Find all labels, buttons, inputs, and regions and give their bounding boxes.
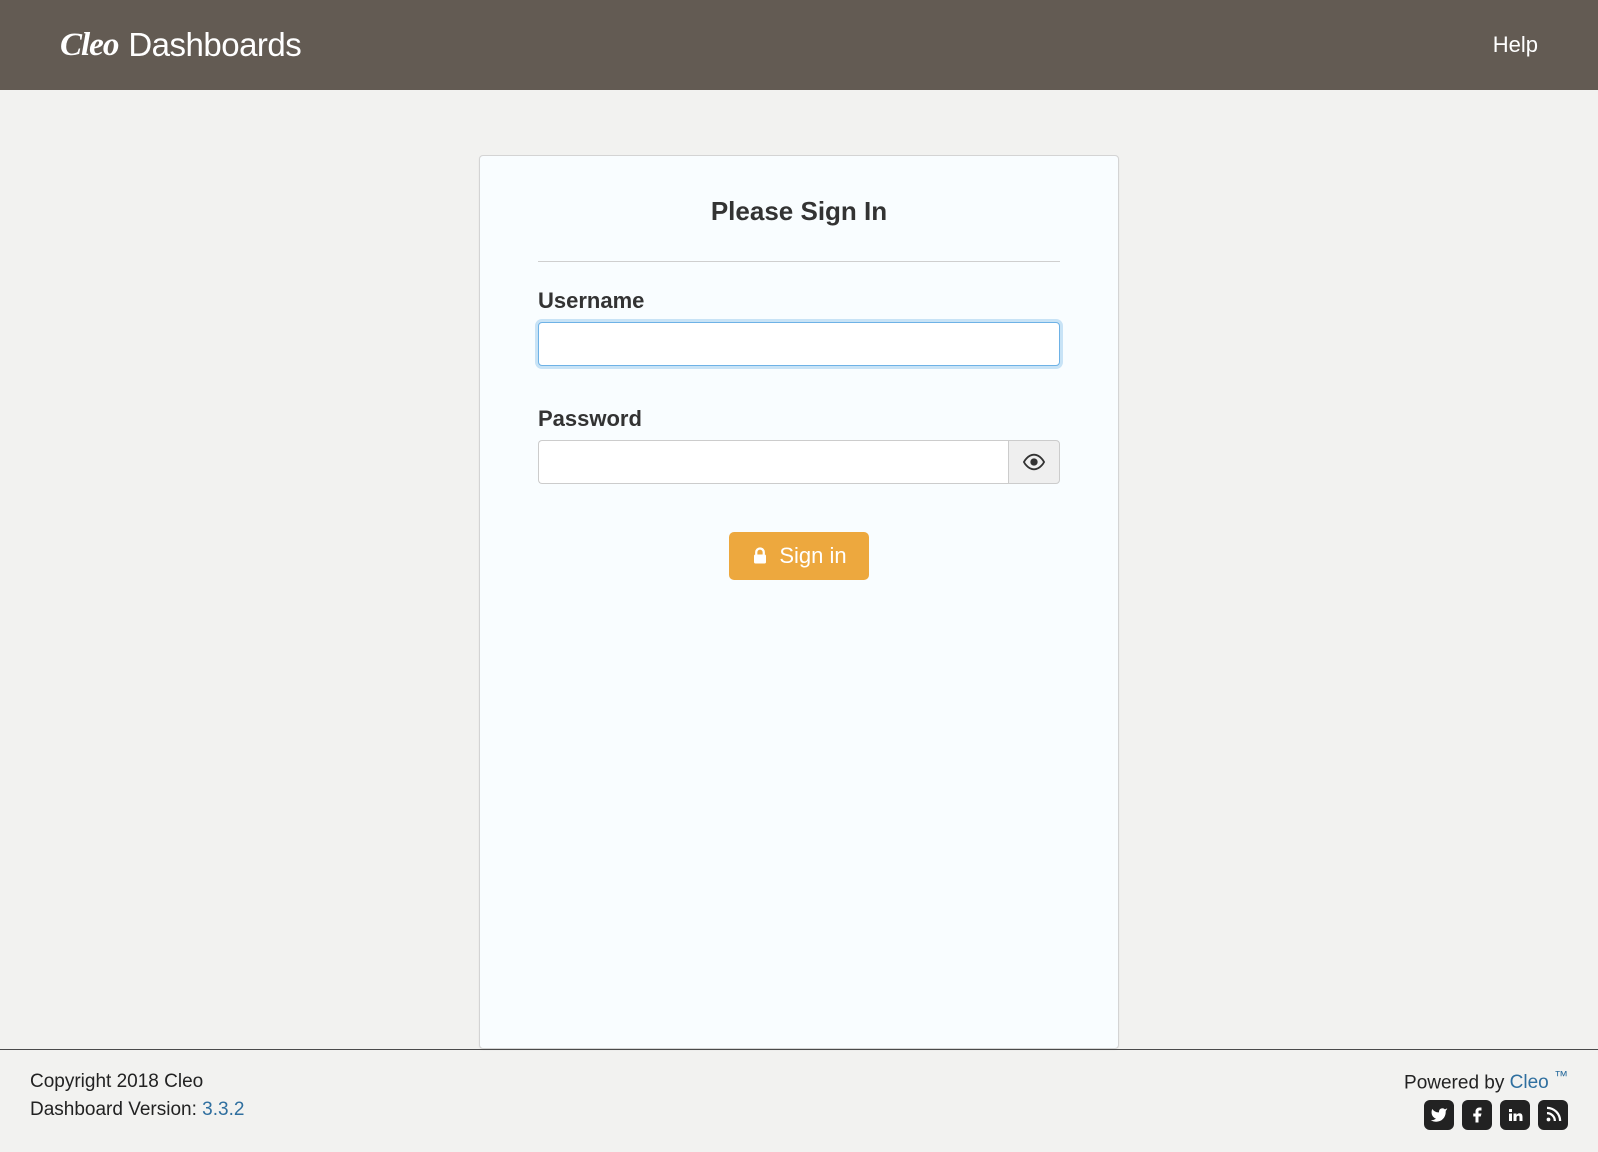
password-group: Password (538, 406, 1060, 484)
username-group: Username (538, 288, 1060, 366)
lock-icon (751, 546, 769, 566)
signin-button-label: Sign in (779, 543, 846, 569)
facebook-icon (1468, 1106, 1486, 1124)
toggle-password-visibility[interactable] (1008, 440, 1060, 484)
footer-right: Powered by Cleo ™ (1404, 1068, 1568, 1130)
footer-left: Copyright 2018 Cleo Dashboard Version: 3… (30, 1068, 244, 1125)
rss-icon (1544, 1106, 1562, 1124)
rss-link[interactable] (1538, 1100, 1568, 1130)
username-label: Username (538, 288, 1060, 314)
powered-by: Powered by Cleo ™ (1404, 1068, 1568, 1094)
eye-icon (1023, 451, 1045, 473)
help-link[interactable]: Help (1493, 32, 1538, 58)
divider (538, 261, 1060, 262)
password-input[interactable] (538, 440, 1008, 484)
trademark: ™ (1554, 1068, 1568, 1084)
main: Please Sign In Username Password (0, 90, 1598, 1049)
version-label: Dashboard Version: (30, 1099, 202, 1120)
facebook-link[interactable] (1462, 1100, 1492, 1130)
password-label: Password (538, 406, 1060, 432)
linkedin-icon (1506, 1106, 1524, 1124)
signin-panel: Please Sign In Username Password (479, 155, 1119, 1049)
powered-prefix: Powered by (1404, 1072, 1510, 1093)
version-text: Dashboard Version: 3.3.2 (30, 1096, 244, 1125)
copyright-text: Copyright 2018 Cleo (30, 1068, 244, 1097)
twitter-link[interactable] (1424, 1100, 1454, 1130)
header: Cleo Dashboards Help (0, 0, 1598, 90)
linkedin-link[interactable] (1500, 1100, 1530, 1130)
footer: Copyright 2018 Cleo Dashboard Version: 3… (0, 1049, 1598, 1152)
powered-brand-link[interactable]: Cleo ™ (1510, 1072, 1568, 1093)
social-icons (1404, 1100, 1568, 1130)
signin-button-wrap: Sign in (538, 532, 1060, 580)
brand: Cleo Dashboards (60, 26, 301, 64)
password-input-group (538, 440, 1060, 484)
brand-dashboards: Dashboards (128, 26, 301, 64)
signin-title: Please Sign In (538, 196, 1060, 227)
brand-cleo: Cleo (60, 27, 118, 64)
version-link[interactable]: 3.3.2 (202, 1099, 244, 1120)
signin-button[interactable]: Sign in (729, 532, 868, 580)
username-input[interactable] (538, 322, 1060, 366)
twitter-icon (1430, 1106, 1448, 1124)
